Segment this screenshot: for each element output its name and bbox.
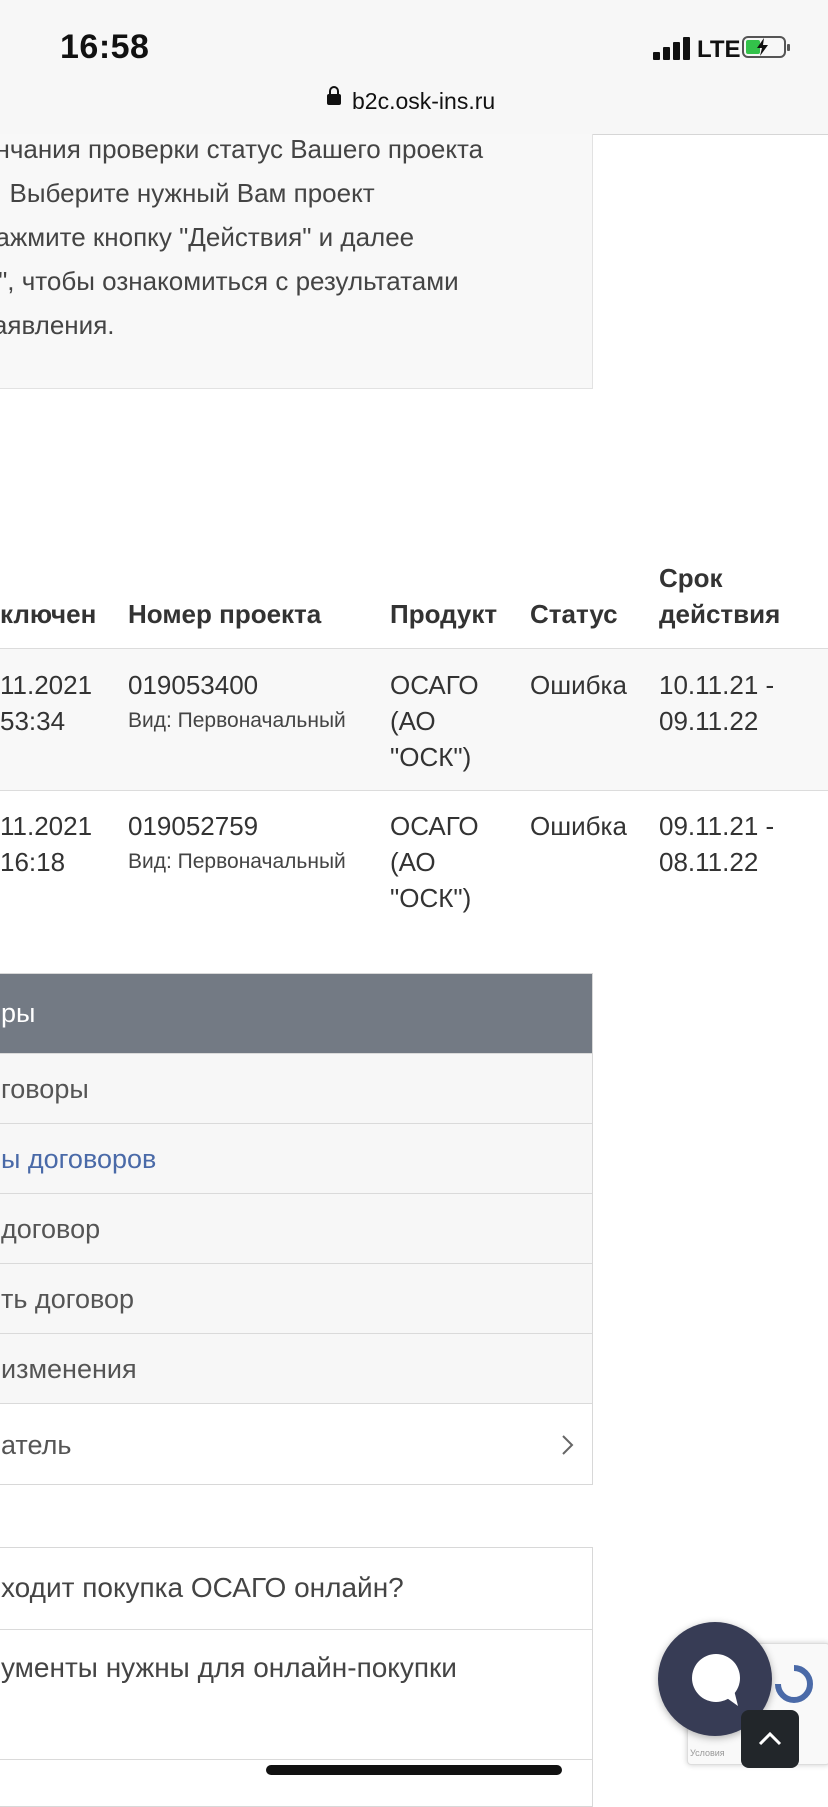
info-line: Ь", чтобы ознакомиться с результатами	[0, 266, 459, 296]
row-project-number: 019052759	[128, 811, 259, 841]
row-product: ОСАГО	[390, 670, 479, 700]
home-indicator[interactable]	[266, 1765, 562, 1775]
chat-icon	[692, 1654, 740, 1706]
info-line: заявления.	[0, 310, 115, 340]
battery-icon	[742, 36, 790, 58]
faq-item[interactable]: ументы нужны для онлайн-покупки	[0, 1630, 592, 1760]
faq-item-label: ументы нужны для онлайн-покупки	[1, 1652, 457, 1683]
lock-icon	[327, 86, 341, 105]
menu-header-label: ры	[1, 998, 36, 1028]
row-date: 11.2021	[0, 811, 93, 841]
row-product: ОСАГО	[390, 811, 479, 841]
network-type: LTE	[697, 36, 741, 63]
contracts-menu: ры говоры ы договоров договор ть договор…	[0, 973, 593, 1485]
browser-status-bar: 16:58 LTE b2c.osk-ins.ru	[0, 0, 828, 135]
signal-icon	[653, 36, 691, 60]
arrow-up-icon	[758, 1731, 782, 1746]
row-product-line2: (АО	[390, 706, 436, 736]
menu-item-extend-contract[interactable]: ть договор	[0, 1263, 592, 1333]
info-line: я. Выберите нужный Вам проект	[0, 178, 375, 208]
header-validity: Срок	[659, 563, 723, 593]
menu-item-label: ы договоров	[1, 1144, 157, 1174]
recaptcha-terms: Условия	[690, 1748, 725, 1758]
info-line: ончания проверки статус Вашего проекта	[0, 134, 484, 164]
scroll-top-button[interactable]	[741, 1710, 799, 1768]
info-notice: ончания проверки статус Вашего проекта я…	[0, 134, 593, 389]
row-product-line3: "ОСК")	[390, 883, 472, 913]
row-time: 53:34	[0, 706, 66, 736]
row-time: 16:18	[0, 847, 66, 877]
row-period-line2: 08.11.22	[659, 847, 759, 877]
row-period: 09.11.21 -	[659, 811, 775, 841]
row-project-number: 019053400	[128, 670, 259, 700]
row-product-line3: "ОСК")	[390, 742, 472, 772]
address-bar[interactable]: b2c.osk-ins.ru	[0, 86, 828, 118]
menu-item-new-contract[interactable]: договор	[0, 1193, 592, 1263]
row-project-kind: Вид: Первоначальный	[128, 850, 346, 873]
menu-header[interactable]: ры	[0, 974, 592, 1053]
row-product-line2: (АО	[390, 847, 436, 877]
row-period: 10.11.21 -	[659, 670, 775, 700]
recaptcha-icon	[775, 1665, 813, 1703]
row-project-kind: Вид: Первоначальный	[128, 709, 346, 732]
menu-item-label: изменения	[1, 1354, 137, 1384]
menu-item-policyholder[interactable]: атель	[0, 1403, 592, 1484]
row-status: Ошибка	[530, 670, 627, 700]
menu-item-label: ть договор	[1, 1284, 135, 1314]
header-project-number: Номер проекта	[128, 599, 322, 629]
menu-item-label: договор	[1, 1214, 101, 1244]
row-status: Ошибка	[530, 811, 627, 841]
header-concluded: ключен	[0, 599, 97, 629]
menu-item-contracts[interactable]: говоры	[0, 1053, 592, 1123]
info-line: нажмите кнопку "Действия" и далее	[0, 222, 415, 252]
faq-item-label: ходит покупка ОСАГО онлайн?	[1, 1572, 404, 1603]
menu-item-label: атель	[1, 1430, 72, 1460]
header-status: Статус	[530, 599, 618, 629]
row-date: 11.2021	[0, 670, 93, 700]
faq-item[interactable]: ходит покупка ОСАГО онлайн?	[0, 1548, 592, 1630]
chevron-right-icon	[562, 1435, 574, 1455]
clock: 16:58	[60, 28, 150, 66]
menu-item-contract-projects[interactable]: ы договоров	[0, 1123, 592, 1193]
header-product: Продукт	[390, 599, 498, 629]
header-validity-line2: действия	[659, 599, 781, 629]
menu-item-changes[interactable]: изменения	[0, 1333, 592, 1403]
url-text: b2c.osk-ins.ru	[352, 88, 496, 114]
row-period-line2: 09.11.22	[659, 706, 759, 736]
menu-item-label: говоры	[1, 1074, 89, 1104]
